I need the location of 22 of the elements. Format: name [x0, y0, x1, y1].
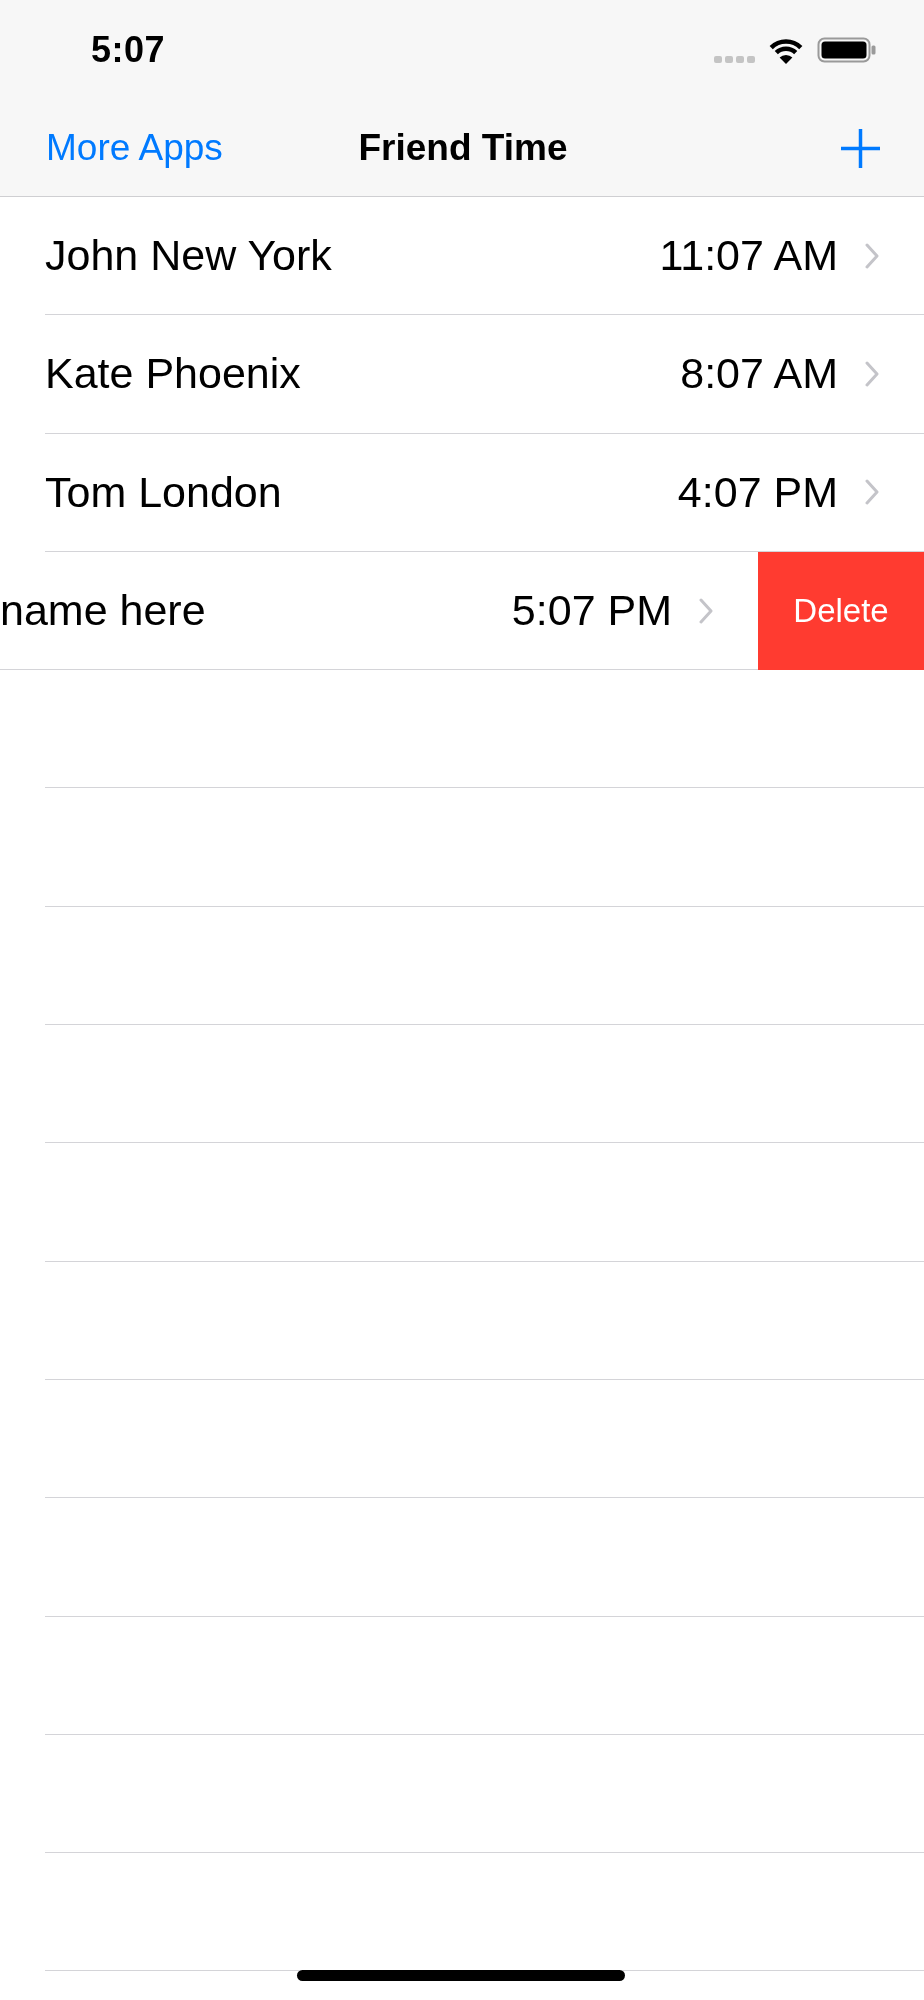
- signal-icon: [714, 55, 755, 63]
- nav-title: Friend Time: [358, 127, 568, 169]
- friend-name: name here: [0, 586, 206, 636]
- status-time: 5:07: [91, 29, 166, 71]
- delete-button[interactable]: Delete: [758, 551, 924, 671]
- friend-time: 8:07 AM: [680, 349, 838, 399]
- friend-time: 11:07 AM: [659, 231, 838, 281]
- chevron-icon: [865, 242, 879, 269]
- add-button[interactable]: [841, 128, 880, 168]
- friend-row[interactable]: name here 5:07 PM Delete: [0, 551, 924, 671]
- friend-name: Kate Phoenix: [45, 349, 301, 399]
- friend-time: 5:07 PM: [511, 586, 672, 636]
- plus-icon: [841, 128, 880, 168]
- wifi-icon: [768, 36, 804, 64]
- chevron-icon: [865, 479, 879, 506]
- friend-name: John New York: [45, 231, 332, 281]
- more-apps-button[interactable]: More Apps: [46, 127, 223, 169]
- battery-icon: [817, 37, 876, 63]
- friend-name: Tom London: [45, 467, 282, 517]
- chevron-icon: [865, 360, 879, 387]
- chevron-icon: [699, 597, 713, 624]
- friend-time: 4:07 PM: [677, 467, 838, 517]
